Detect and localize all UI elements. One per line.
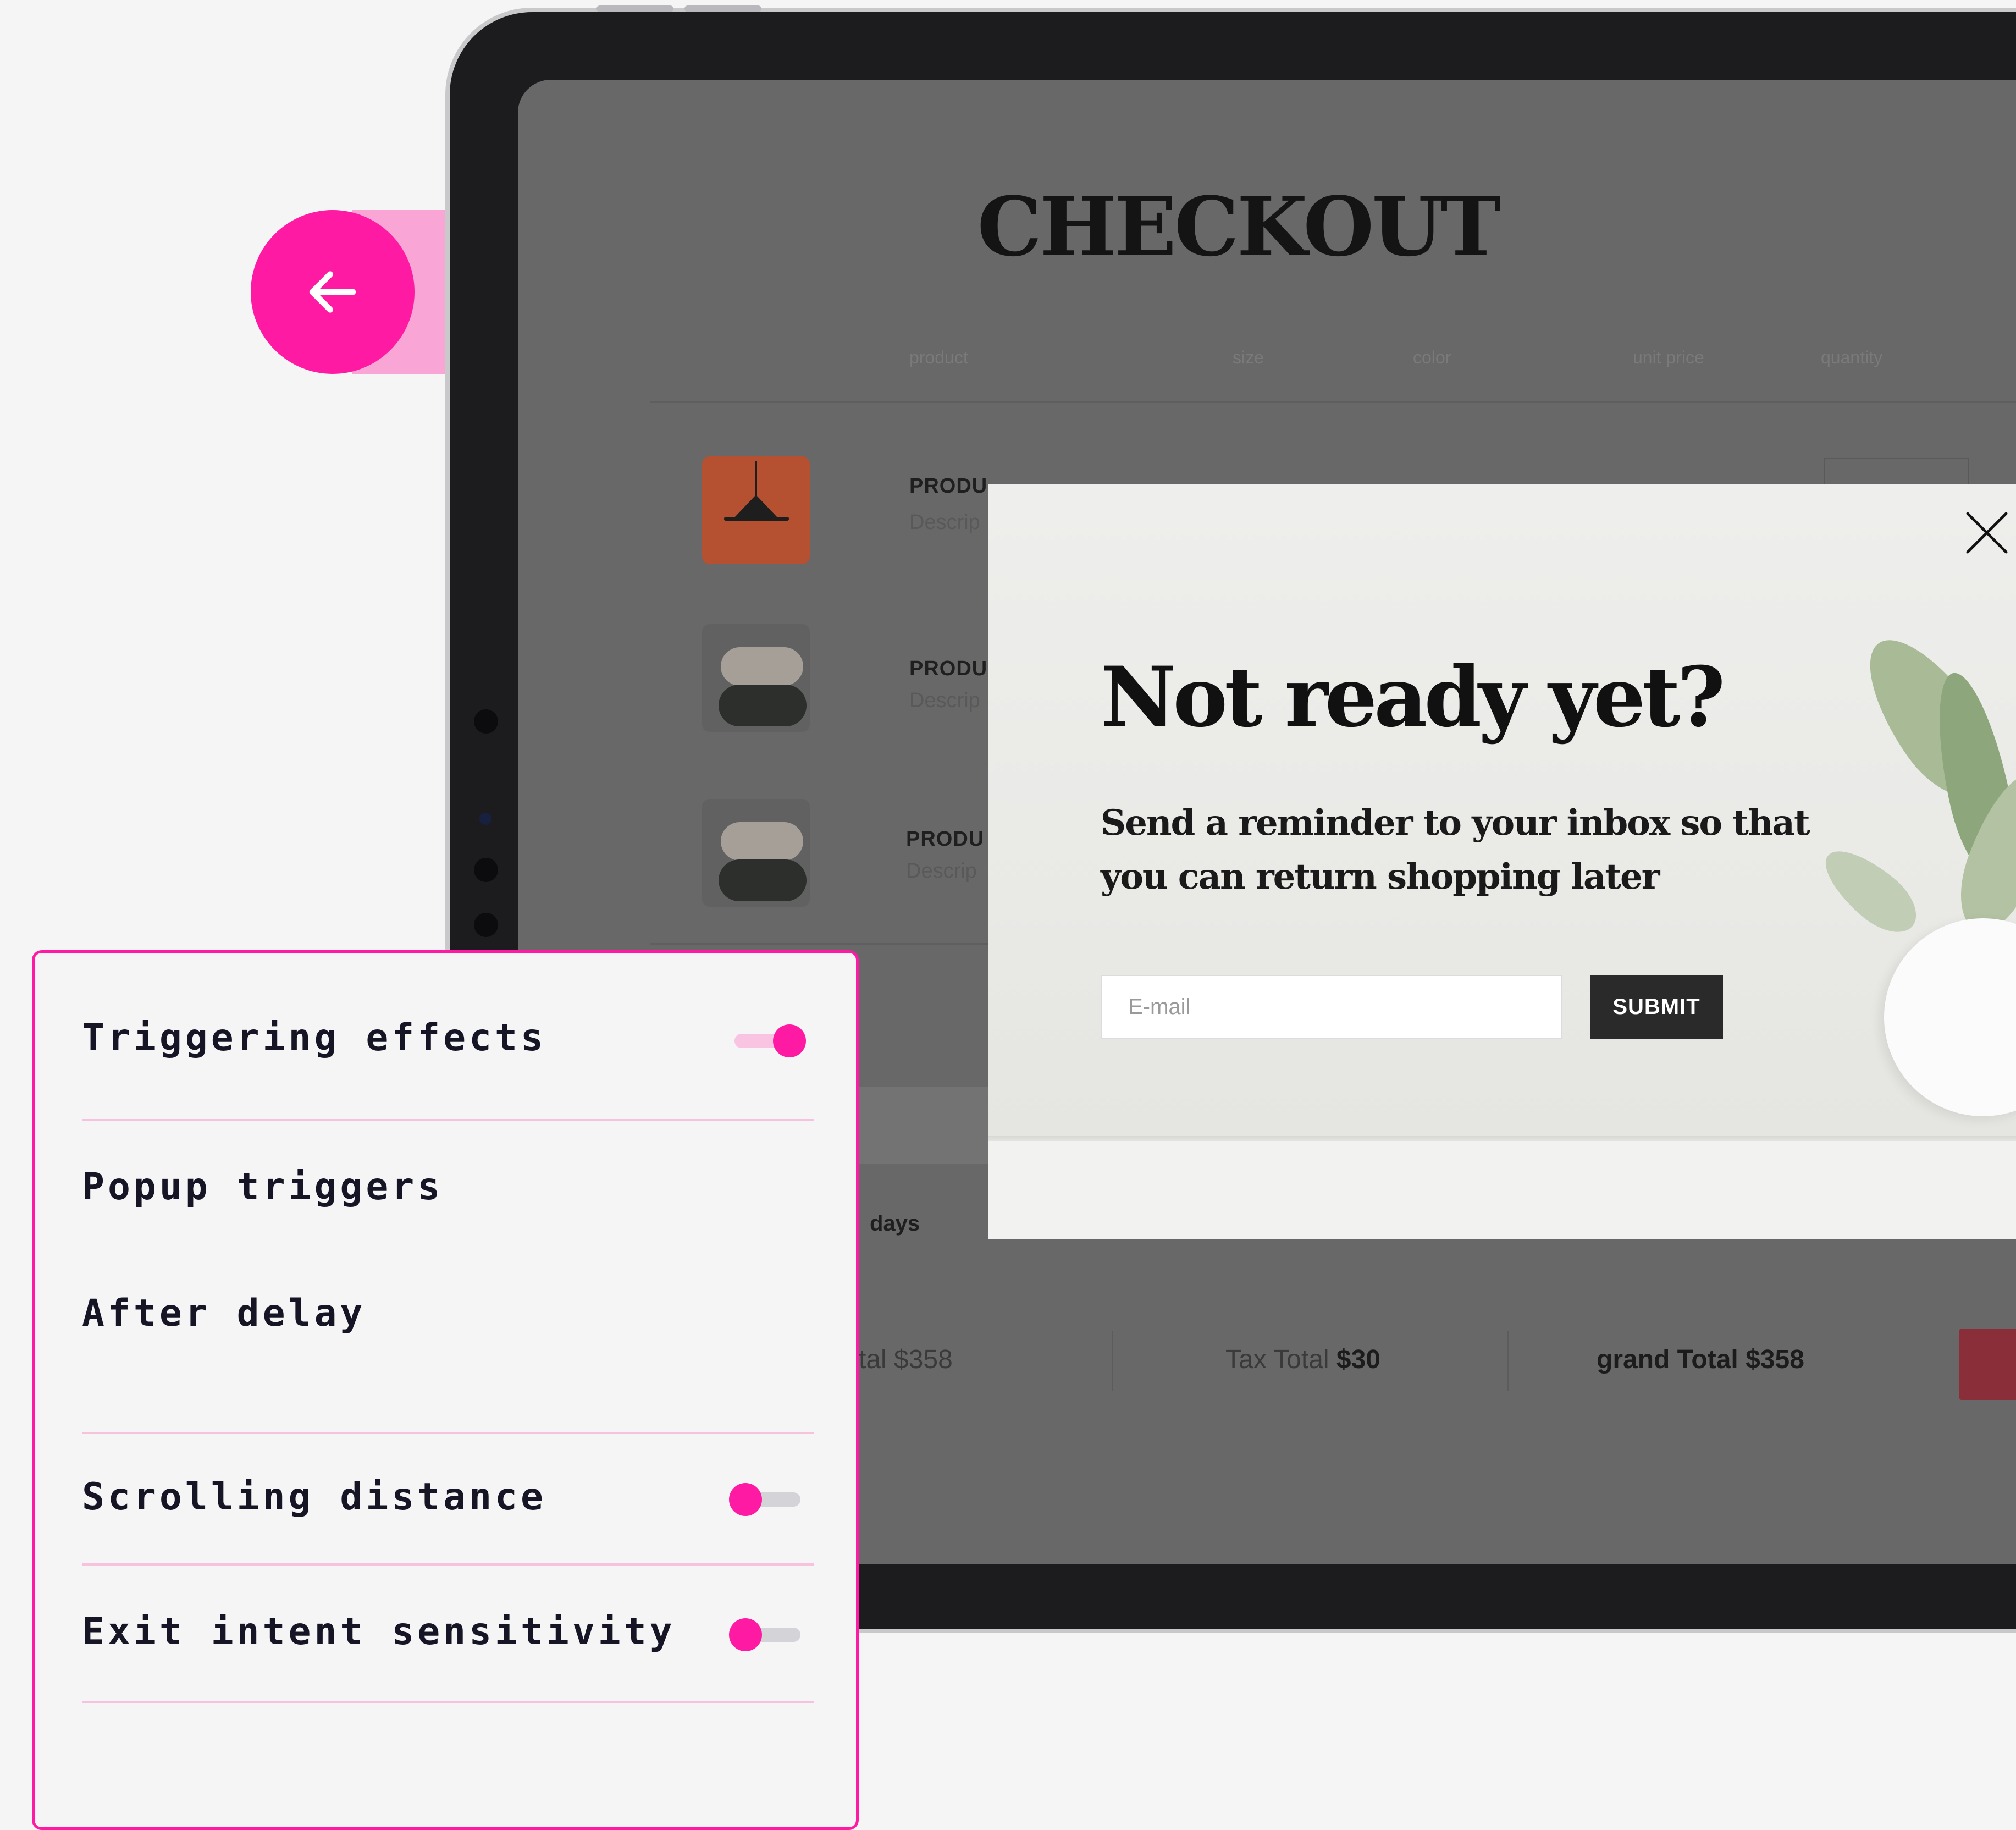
product-thumbnail-pillow[interactable] [702, 799, 810, 907]
exit-intent-popup: Not ready yet? Send a reminder to your i… [988, 484, 2016, 1239]
product-description: Descrip [906, 859, 977, 883]
trigger-settings-panel: Triggering effects Popup triggers After … [32, 950, 859, 1830]
popup-backdrop-table [988, 1141, 2016, 1239]
column-header-color: color [1413, 348, 1451, 367]
totals-separator [1112, 1331, 1113, 1391]
grand-total: grand Total $358 [1597, 1344, 1804, 1375]
tablet-hardware-button [684, 5, 761, 12]
product-thumbnail-lamp[interactable] [702, 456, 810, 564]
after-delay-label[interactable]: After delay [82, 1292, 366, 1335]
exit-intent-toggle[interactable] [729, 1618, 803, 1651]
column-header-unit-price: unit price [1633, 348, 1704, 367]
tax-total-value: $30 [1336, 1345, 1380, 1374]
popup-subtitle: Send a reminder to your inbox so that yo… [1101, 796, 1815, 904]
popup-subtitle-line: Send a reminder to your inbox so that [1101, 802, 1810, 844]
triggering-effects-label: Triggering effects [82, 1016, 546, 1060]
column-header-size: size [1233, 348, 1264, 367]
arrow-left-icon [309, 271, 356, 313]
panel-divider [82, 1563, 814, 1566]
panel-divider [82, 1432, 814, 1434]
tax-total: Tax Total $30 [1225, 1344, 1380, 1375]
plant-pot [1884, 918, 2016, 1116]
scrolling-distance-label: Scrolling distance [82, 1475, 546, 1519]
panel-divider [82, 1701, 814, 1703]
plant-leaf [1812, 836, 1929, 945]
close-icon[interactable] [1962, 508, 2012, 558]
product-description: Descrip [909, 689, 980, 712]
popup-triggers-label: Popup triggers [82, 1165, 444, 1209]
tax-total-label: Tax Total [1225, 1345, 1329, 1374]
column-header-product: product [909, 348, 968, 367]
popup-title: Not ready yet? [1101, 649, 1725, 746]
triggering-effects-toggle[interactable] [732, 1024, 806, 1057]
product-name: PRODU [906, 828, 985, 851]
back-button[interactable] [251, 210, 415, 374]
grand-total-value: $358 [1746, 1345, 1804, 1374]
camera-sensor [474, 913, 498, 937]
submit-button[interactable]: SUBMIT [1590, 975, 1723, 1039]
product-name: PRODU [909, 475, 988, 498]
scrolling-distance-toggle[interactable] [729, 1483, 803, 1516]
table-divider [650, 401, 2016, 403]
camera-sensor [474, 709, 498, 734]
grand-total-label: grand Total [1597, 1345, 1738, 1374]
popup-subtitle-line: you can return shopping later [1101, 856, 1660, 897]
checkout-title: CHECKOUT [977, 179, 1501, 274]
subtotal-text: tal $358 [859, 1345, 953, 1374]
column-header-quantity: quantity [1821, 348, 1883, 367]
product-name: PRODU [909, 657, 988, 680]
delivery-days-text: days [870, 1211, 920, 1236]
panel-divider [82, 1119, 814, 1121]
exit-intent-label: Exit intent sensitivity [82, 1610, 676, 1653]
totals-separator [1507, 1331, 1509, 1391]
product-description: Descrip [909, 511, 980, 534]
camera-sensor [479, 813, 491, 825]
camera-sensor [474, 858, 498, 882]
checkout-button[interactable] [1959, 1329, 2016, 1400]
product-thumbnail-pillow[interactable] [702, 624, 810, 732]
email-input[interactable] [1101, 975, 1562, 1039]
tablet-hardware-button [596, 5, 673, 12]
